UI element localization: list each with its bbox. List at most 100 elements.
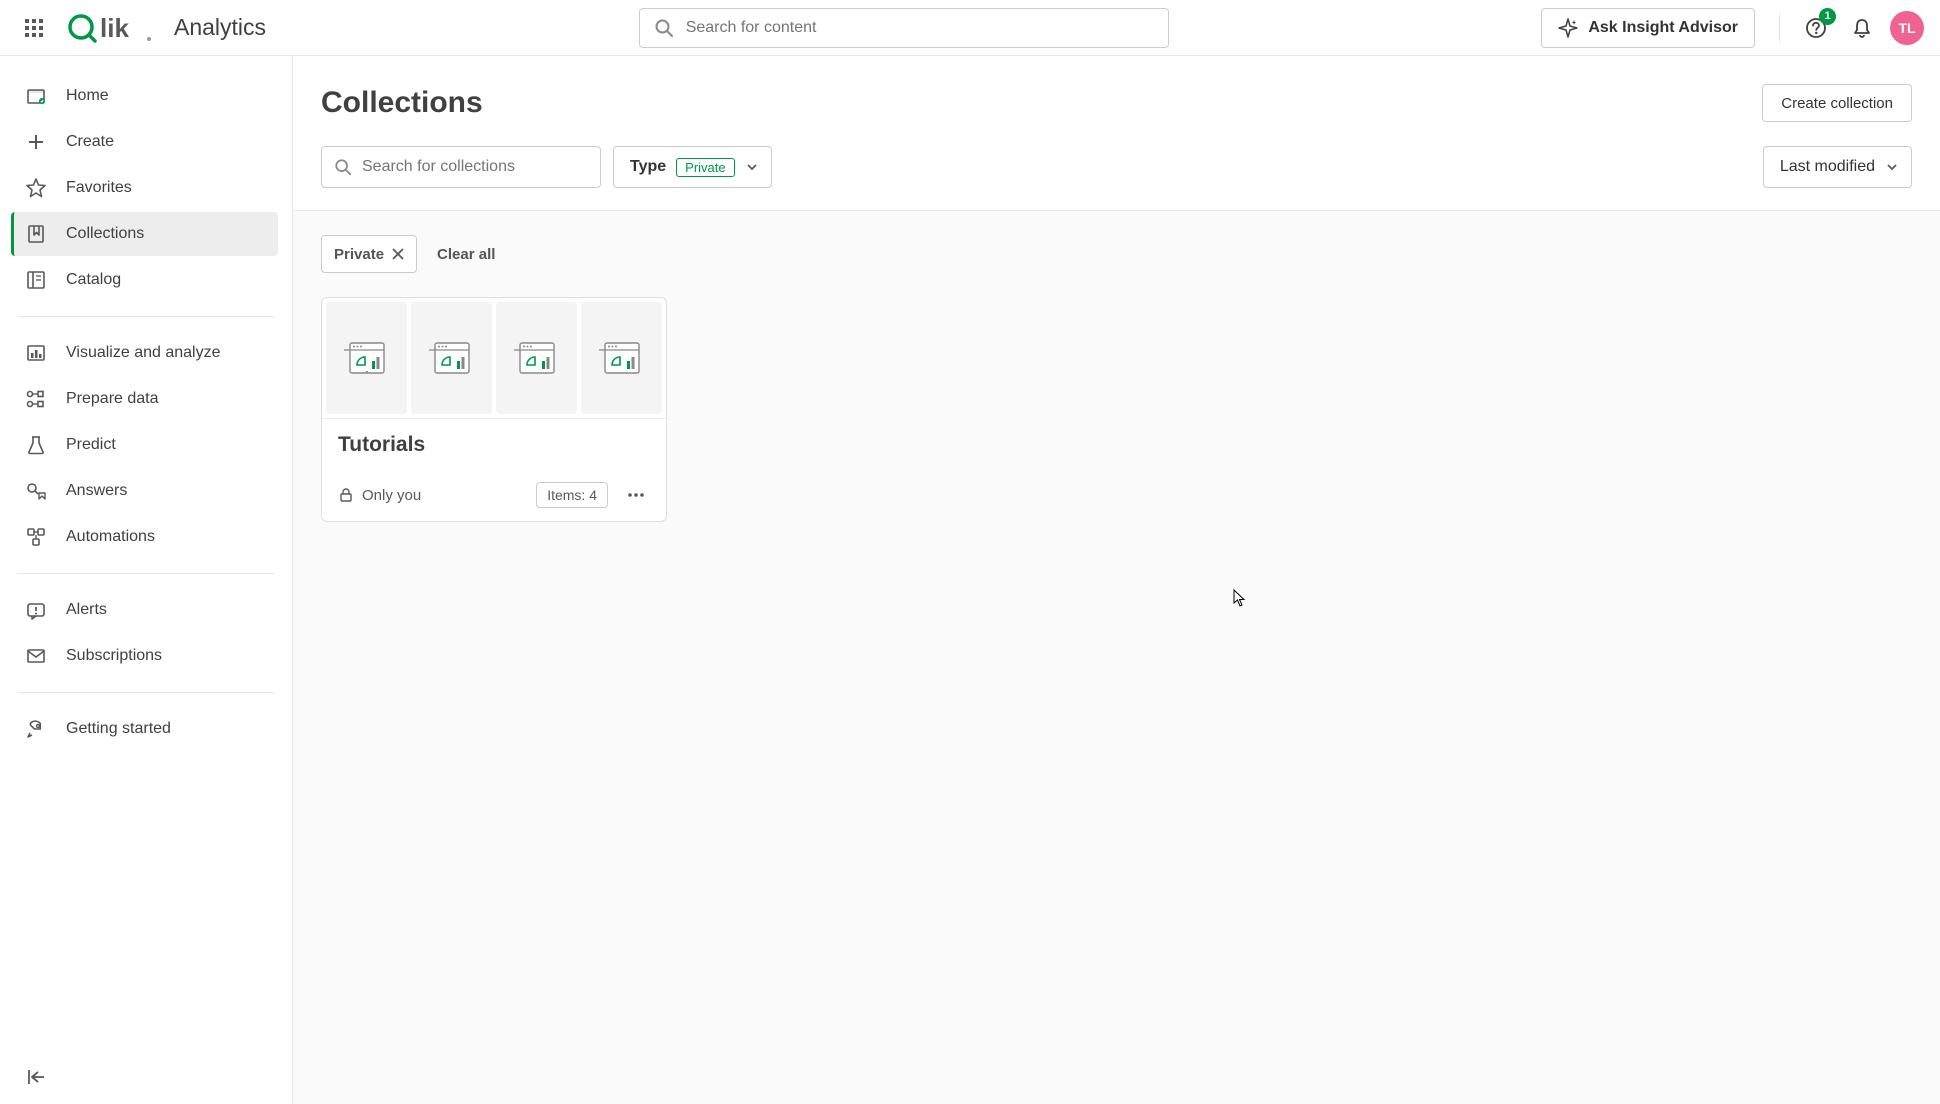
sidebar-item-label: Answers <box>66 482 127 500</box>
sidebar-item-label: Automations <box>66 528 155 546</box>
chart-icon <box>24 341 48 365</box>
type-value-tag: Private <box>676 158 734 177</box>
automation-icon <box>24 525 48 549</box>
notifications-button[interactable] <box>1844 10 1880 46</box>
collections-search[interactable] <box>321 146 601 188</box>
clear-all-button[interactable]: Clear all <box>437 246 495 263</box>
thumbnail <box>581 302 662 414</box>
sidebar-item-label: Prepare data <box>66 390 159 408</box>
thumbnail <box>496 302 577 414</box>
card-visibility: Only you <box>338 487 421 504</box>
sidebar-item-catalog[interactable]: Catalog <box>11 258 278 302</box>
filter-row: Type Private Last modified <box>321 146 1912 188</box>
apps-grid-icon <box>24 18 44 38</box>
sidebar-item-home[interactable]: Home <box>11 74 278 118</box>
topbar-right: 1 TL <box>1771 10 1924 46</box>
visibility-label: Only you <box>362 487 421 504</box>
plus-icon <box>24 130 48 154</box>
page-title: Collections <box>321 86 483 120</box>
sort-button[interactable]: Last modified <box>1763 146 1912 188</box>
flask-icon <box>24 433 48 457</box>
collection-card[interactable]: Tutorials Only you Items: 4 <box>321 297 667 522</box>
brand-logo[interactable]: lik Analytics <box>68 13 266 43</box>
user-avatar[interactable]: TL <box>1890 11 1924 45</box>
card-body: Tutorials Only you Items: 4 <box>322 419 666 521</box>
data-flow-icon <box>24 387 48 411</box>
more-horizontal-icon <box>626 485 646 505</box>
sidebar-item-subscriptions[interactable]: Subscriptions <box>11 634 278 678</box>
sidebar-item-favorites[interactable]: Favorites <box>11 166 278 210</box>
insight-label: Ask Insight Advisor <box>1588 19 1738 37</box>
help-badge: 1 <box>1819 8 1836 25</box>
sidebar-separator <box>18 692 274 693</box>
sidebar-item-prepare-data[interactable]: Prepare data <box>11 377 278 421</box>
close-icon[interactable] <box>392 248 404 260</box>
filter-chip-private[interactable]: Private <box>321 235 417 273</box>
sidebar-item-collections[interactable]: Collections <box>11 212 278 256</box>
body: Home Create Favorites Collections Catalo… <box>0 56 1940 1104</box>
app-title: Analytics <box>174 14 266 41</box>
sidebar-item-label: Collections <box>66 225 144 243</box>
filter-chips-row: Private Clear all <box>321 235 1912 273</box>
type-filter-button[interactable]: Type Private <box>613 146 772 188</box>
app-launcher-button[interactable] <box>16 10 52 46</box>
sidebar-item-create[interactable]: Create <box>11 120 278 164</box>
ask-insight-advisor-button[interactable]: Ask Insight Advisor <box>1541 8 1755 48</box>
main: Collections Create collection Type Priva… <box>293 56 1940 1104</box>
card-title: Tutorials <box>338 433 650 457</box>
search-icon <box>654 18 674 38</box>
app-thumbnail-icon <box>514 335 560 381</box>
title-row: Collections Create collection <box>321 84 1912 122</box>
topbar: lik Analytics Ask Insight Advisor 1 TL <box>0 0 1940 56</box>
global-search-wrap <box>282 8 1525 48</box>
sidebar-item-alerts[interactable]: Alerts <box>11 588 278 632</box>
sidebar-collapse-button[interactable] <box>11 1050 278 1094</box>
answers-icon <box>24 479 48 503</box>
sidebar-item-answers[interactable]: Answers <box>11 469 278 513</box>
chevron-down-icon <box>1885 160 1899 174</box>
thumbnail <box>411 302 492 414</box>
sparkle-icon <box>1558 18 1578 38</box>
alert-icon <box>24 598 48 622</box>
sidebar-item-label: Getting started <box>66 720 171 738</box>
card-more-button[interactable] <box>622 481 650 509</box>
star-icon <box>24 176 48 200</box>
sidebar-item-label: Alerts <box>66 601 107 619</box>
sidebar-item-label: Subscriptions <box>66 647 162 665</box>
divider <box>1779 14 1780 42</box>
sort-label: Last modified <box>1780 158 1875 176</box>
sidebar-item-predict[interactable]: Predict <box>11 423 278 467</box>
global-search-input[interactable] <box>686 19 1154 37</box>
cursor-icon <box>1233 589 1247 607</box>
sidebar-item-label: Visualize and analyze <box>66 344 220 362</box>
lock-icon <box>338 487 354 503</box>
sidebar-item-label: Predict <box>66 436 116 454</box>
sidebar-item-getting-started[interactable]: Getting started <box>11 707 278 751</box>
content-area: Private Clear all Tutorials <box>293 210 1940 1104</box>
sidebar-item-visualize[interactable]: Visualize and analyze <box>11 331 278 375</box>
app-thumbnail-icon <box>344 335 390 381</box>
catalog-icon <box>24 268 48 292</box>
chip-label: Private <box>334 246 384 263</box>
items-count-pill: Items: 4 <box>536 482 608 508</box>
collections-search-input[interactable] <box>362 158 588 176</box>
sidebar-item-label: Favorites <box>66 179 132 197</box>
bookmark-icon <box>24 222 48 246</box>
chevron-down-icon <box>745 160 759 174</box>
global-search[interactable] <box>639 8 1169 48</box>
create-collection-button[interactable]: Create collection <box>1762 84 1912 122</box>
collapse-icon <box>24 1065 48 1089</box>
sidebar-separator <box>18 316 274 317</box>
card-footer: Only you Items: 4 <box>338 481 650 509</box>
rocket-icon <box>24 717 48 741</box>
help-button[interactable]: 1 <box>1798 10 1834 46</box>
sidebar-item-label: Catalog <box>66 271 121 289</box>
sidebar-item-automations[interactable]: Automations <box>11 515 278 559</box>
mail-icon <box>24 644 48 668</box>
svg-text:lik: lik <box>100 13 129 43</box>
home-icon <box>24 84 48 108</box>
sidebar-separator <box>18 573 274 574</box>
sidebar-item-label: Create <box>66 133 114 151</box>
thumbnail <box>326 302 407 414</box>
card-thumbnails <box>322 298 666 419</box>
